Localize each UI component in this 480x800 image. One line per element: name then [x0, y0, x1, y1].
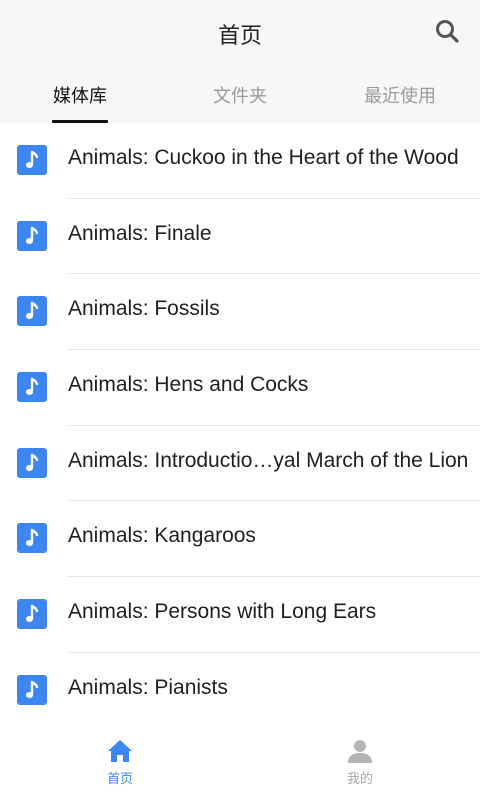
- nav-home[interactable]: 首页: [60, 738, 180, 794]
- list-item[interactable]: Animals: Cuckoo in the Heart of the Wood: [0, 123, 480, 199]
- music-note-icon: [17, 296, 47, 327]
- tab-recent[interactable]: 最近使用: [350, 82, 450, 123]
- bottom-nav: 首页 我的: [0, 728, 480, 800]
- tab-label: 媒体库: [53, 86, 107, 107]
- list-item[interactable]: Animals: Pianists: [0, 653, 480, 728]
- music-note-icon: [17, 372, 47, 403]
- user-icon: [348, 740, 372, 763]
- music-note-icon: [17, 220, 47, 251]
- tab-label: 文件夹: [213, 86, 267, 107]
- list-item[interactable]: Animals: Introductio…yal March of the Li…: [0, 426, 480, 502]
- tab-media-library[interactable]: 媒体库: [40, 82, 120, 123]
- nav-label: 首页: [106, 772, 133, 787]
- list-item[interactable]: Animals: Finale: [0, 199, 480, 275]
- item-title: Animals: Cuckoo in the Heart of the Wood: [68, 146, 459, 169]
- music-note-icon: [17, 145, 47, 175]
- item-title: Animals: Fossils: [68, 297, 220, 321]
- music-note-icon: [17, 599, 47, 630]
- music-note-icon: [17, 447, 47, 478]
- list-item[interactable]: Animals: Hens and Cocks: [0, 350, 480, 426]
- list-item[interactable]: Animals: Fossils: [0, 274, 480, 351]
- tab-folders[interactable]: 文件夹: [200, 82, 280, 123]
- tab-label: 最近使用: [364, 86, 436, 107]
- nav-label: 我的: [346, 772, 373, 787]
- search-icon: [436, 20, 459, 43]
- item-title: Animals: Hens and Cocks: [68, 373, 309, 397]
- list-item[interactable]: Animals: Kangaroos: [0, 501, 480, 578]
- media-list[interactable]: Animals: Cuckoo in the Heart of the Wood…: [0, 123, 480, 728]
- search-button[interactable]: [434, 18, 460, 44]
- item-title: Animals: Finale: [68, 221, 212, 245]
- item-title: Animals: Introductio…yal March of the Li…: [68, 448, 469, 472]
- home-icon: [108, 740, 132, 762]
- page-title: 首页: [217, 24, 262, 49]
- item-title: Animals: Kangaroos: [68, 524, 256, 548]
- tab-bar: 媒体库 文件夹 最近使用: [0, 82, 480, 123]
- music-note-icon: [17, 674, 47, 705]
- item-title: Animals: Persons with Long Ears: [68, 600, 377, 624]
- item-title: Animals: Pianists: [68, 675, 228, 699]
- nav-profile[interactable]: 我的: [300, 738, 420, 794]
- app-header: 首页 媒体库 文件夹 最近使用: [0, 0, 480, 123]
- list-item[interactable]: Animals: Persons with Long Ears: [0, 577, 480, 653]
- music-note-icon: [17, 523, 47, 554]
